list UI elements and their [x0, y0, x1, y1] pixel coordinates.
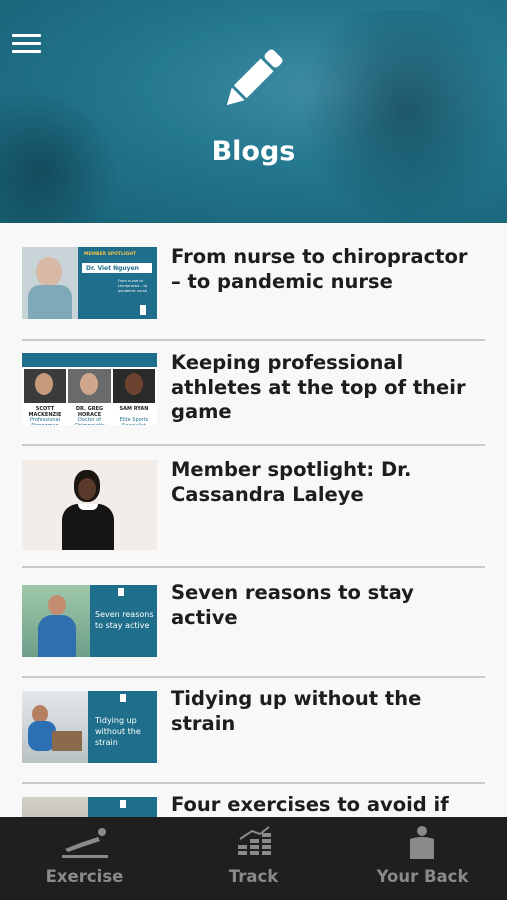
blog-list-item[interactable]: Four exercises to avoid if: [22, 793, 485, 817]
blog-post-title[interactable]: From nurse to chiropractor – to pandemic…: [171, 245, 471, 294]
blog-list-item[interactable]: Seven reasons to stay active Seven reaso…: [22, 581, 485, 687]
blog-post-title[interactable]: Keeping professional athletes at the top…: [171, 351, 471, 425]
thumb-person-role: Professional Strongman: [29, 417, 61, 425]
blog-thumbnail[interactable]: MEMBER SPOTLIGHT Dr. Viet Nguyen From nu…: [22, 247, 157, 319]
nav-tab-track[interactable]: Track: [169, 817, 338, 900]
nav-label: Your Back: [376, 867, 469, 886]
blog-list-item[interactable]: Tidying up without the strain Tidying up…: [22, 687, 485, 793]
blog-thumbnail[interactable]: [22, 460, 157, 550]
divider: [22, 676, 485, 678]
blog-thumbnail[interactable]: [22, 797, 157, 817]
bottom-navigation-bar: Exercise Track Your Back: [0, 817, 507, 900]
divider: [22, 444, 485, 446]
blog-thumbnail[interactable]: Seven reasons to stay active: [22, 585, 157, 657]
thumb-caption-text: Tidying up without the strain: [95, 716, 141, 747]
header-banner: Blogs: [0, 0, 507, 223]
header-photo-shade: [300, 10, 507, 223]
blog-post-title[interactable]: Tidying up without the strain: [171, 687, 471, 736]
blog-thumbnail[interactable]: Tidying up without the strain: [22, 691, 157, 763]
blog-post-title[interactable]: Seven reasons to stay active: [171, 581, 471, 630]
thumb-person-name: SAM RYAN: [119, 406, 149, 412]
blog-list[interactable]: MEMBER SPOTLIGHT Dr. Viet Nguyen From nu…: [0, 223, 507, 817]
nav-label: Track: [228, 867, 279, 886]
exercise-icon: [62, 828, 108, 858]
thumb-caption-text: From nurse to chiropractor - to pandemic…: [118, 279, 148, 293]
blog-list-item[interactable]: MEMBER SPOTLIGHT Dr. Viet Nguyen From nu…: [22, 245, 485, 351]
thumb-caption-text: Seven reasons to stay active: [95, 610, 154, 630]
blog-post-title[interactable]: Member spotlight: Dr. Cassandra Laleye: [171, 458, 471, 507]
hamburger-menu-icon[interactable]: [12, 34, 41, 54]
divider: [22, 782, 485, 784]
thumb-banner-text: MEMBER SPOTLIGHT: [84, 252, 137, 257]
pencil-icon: [226, 49, 283, 106]
divider: [22, 566, 485, 568]
back-body-icon: [410, 826, 434, 859]
page-title: Blogs: [211, 136, 296, 167]
thumb-name-text: Dr. Viet Nguyen: [86, 265, 139, 272]
blog-thumbnail[interactable]: SCOTT MACKENZIE Professional Strongman D…: [22, 353, 157, 425]
blog-post-title[interactable]: Four exercises to avoid if: [171, 793, 471, 817]
thumb-person-role: Elite Sports Specialist: [119, 417, 149, 425]
divider: [22, 339, 485, 341]
blog-list-item[interactable]: Member spotlight: Dr. Cassandra Laleye: [22, 458, 485, 578]
nav-label: Exercise: [45, 867, 124, 886]
nav-tab-your-back[interactable]: Your Back: [338, 817, 507, 900]
thumb-person-role: Doctor of Chiropractic: [74, 417, 104, 425]
nav-tab-exercise[interactable]: Exercise: [0, 817, 169, 900]
track-chart-icon: [238, 826, 271, 855]
blog-list-item[interactable]: SCOTT MACKENZIE Professional Strongman D…: [22, 351, 485, 459]
